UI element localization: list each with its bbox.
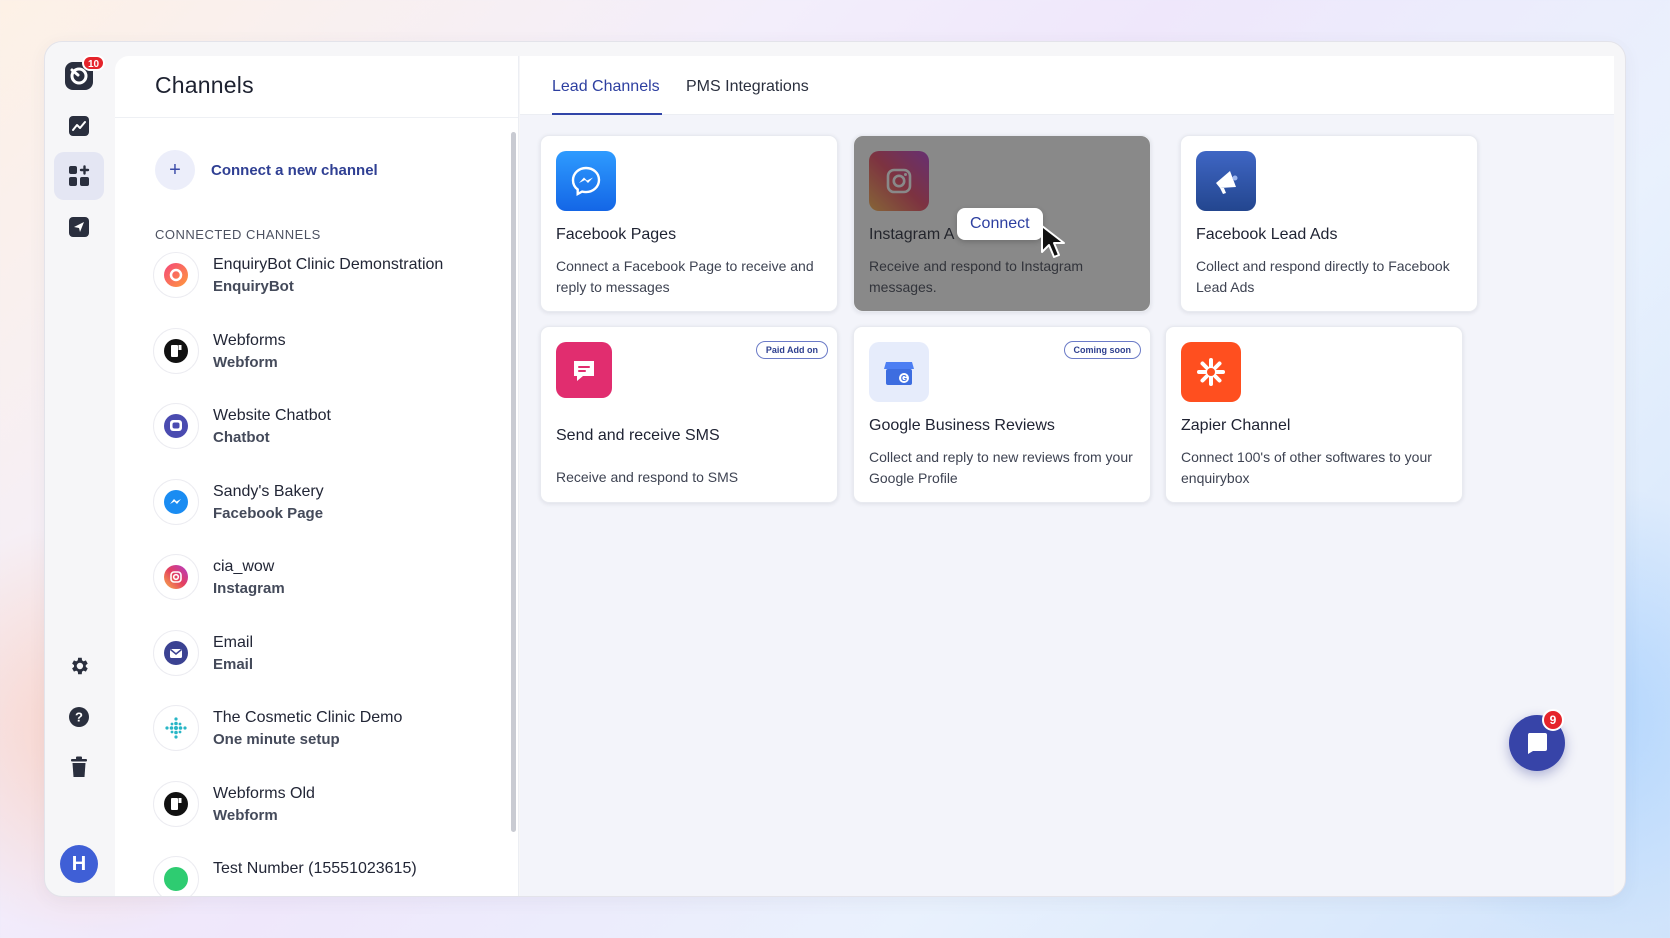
card-title: Facebook Pages — [556, 226, 677, 243]
channel-item[interactable]: Webforms Webform — [153, 327, 513, 404]
tab-pms-integrations[interactable]: PMS Integrations — [686, 78, 809, 96]
trash-icon — [71, 756, 87, 777]
status-badge: Coming soon — [1063, 341, 1141, 359]
channel-name: EnquiryBot Clinic Demonstration — [213, 256, 444, 273]
channel-name: Email — [213, 633, 254, 651]
card-description: Connect 100's of other softwares to your… — [1181, 449, 1432, 486]
connect-new-channel-label: Connect a new channel — [211, 161, 378, 179]
svg-text:G: G — [901, 374, 907, 383]
megaphone-icon — [1196, 151, 1256, 211]
channel-name: Sandy's Bakery — [213, 482, 324, 500]
channel-card-facebook-pages[interactable]: Facebook Pages Connect a Facebook Page t… — [540, 135, 838, 312]
channels-button[interactable] — [54, 152, 104, 200]
trash-button[interactable] — [54, 743, 104, 791]
settings-button[interactable] — [54, 642, 104, 690]
channel-card-zapier[interactable]: Zapier Channel Connect 100's of other so… — [1165, 326, 1463, 503]
card-description: Receive and respond to SMS — [556, 469, 739, 485]
card-title: Zapier Channel — [1181, 417, 1291, 434]
enquirybot-icon — [153, 252, 199, 298]
channel-name: Test Number (15551023615) — [213, 860, 417, 877]
user-avatar[interactable]: H — [60, 845, 98, 883]
channel-item[interactable]: Webforms Old Webform — [153, 780, 513, 857]
plus-icon: + — [155, 150, 195, 190]
webform-icon — [153, 780, 199, 827]
help-button[interactable]: ? — [54, 693, 104, 741]
channel-type: Instagram — [213, 580, 285, 597]
channel-card-google-business-reviews[interactable]: G Coming soon Google Business Reviews Co… — [853, 326, 1151, 503]
channel-name: The Cosmetic Clinic Demo — [213, 709, 403, 726]
connect-button[interactable]: Connect — [957, 208, 1043, 240]
chat-bubble-icon — [1527, 733, 1547, 754]
reports-button[interactable] — [54, 102, 104, 150]
channel-card-instagram[interactable]: Instagram A Receive and respond to Insta… — [853, 135, 1151, 312]
channel-item[interactable]: Test Number (15551023615) — [153, 856, 513, 896]
card-title: Facebook Lead Ads — [1196, 226, 1338, 243]
zapier-icon — [1181, 342, 1241, 402]
channel-type: Webform — [213, 806, 278, 824]
instagram-icon — [869, 151, 929, 211]
channel-item[interactable]: The Cosmetic Clinic Demo One minute setup — [153, 705, 513, 781]
divider — [115, 117, 518, 118]
channels-panel: Channels + Connect a new channel CONNECT… — [115, 56, 519, 896]
notification-badge: 10 — [82, 55, 106, 71]
channel-name: cia_wow — [213, 558, 275, 575]
card-description: Connect a Facebook Page to receive and r… — [556, 258, 814, 295]
main-content: Lead Channels PMS Integrations Facebook … — [520, 56, 1614, 896]
channel-item[interactable]: Sandy's Bakery Facebook Page — [153, 478, 513, 555]
chatbot-icon — [153, 403, 199, 449]
phone-icon — [153, 856, 199, 896]
channel-card-sms[interactable]: Paid Add on Send and receive SMS Receive… — [540, 326, 838, 503]
instagram-icon — [153, 554, 199, 600]
google-business-icon: G — [869, 342, 929, 402]
channel-type: One minute setup — [213, 731, 340, 748]
svg-text:?: ? — [75, 710, 83, 725]
card-description: Receive and respond to Instagram message… — [869, 258, 1084, 295]
webform-icon — [153, 327, 199, 374]
email-icon — [153, 629, 199, 676]
card-title: Send and receive SMS — [556, 427, 720, 444]
app-window: 10 ? H Channels + Connect a new channel … — [44, 41, 1626, 897]
card-title: Google Business Reviews — [869, 417, 1055, 434]
connected-channels-list: EnquiryBot Clinic Demonstration EnquiryBo… — [153, 252, 513, 896]
messenger-icon — [153, 478, 199, 525]
connected-channels-heading: CONNECTED CHANNELS — [155, 227, 321, 242]
channel-card-facebook-lead-ads[interactable]: Facebook Lead Ads Collect and respond di… — [1180, 135, 1478, 312]
mouse-cursor-icon — [1041, 225, 1065, 258]
chat-notification-badge: 9 — [1542, 709, 1564, 731]
page-title: Channels — [155, 72, 254, 98]
sparkle-icon — [153, 705, 199, 751]
active-tab-indicator — [552, 113, 662, 115]
channel-type: EnquiryBot — [213, 278, 294, 295]
card-description: Collect and respond directly to Facebook… — [1196, 258, 1450, 295]
channel-name: Webforms Old — [213, 784, 315, 802]
campaigns-button[interactable] — [54, 203, 104, 251]
tab-lead-channels[interactable]: Lead Channels — [552, 78, 660, 96]
logo-button[interactable]: 10 — [54, 52, 106, 100]
channels-scrollbar[interactable] — [511, 132, 516, 832]
connect-new-channel-button[interactable]: + Connect a new channel — [155, 150, 378, 190]
sms-icon — [556, 342, 612, 398]
channel-item[interactable]: EnquiryBot Clinic Demonstration EnquiryBo… — [153, 252, 513, 328]
card-description: Collect and reply to new reviews from yo… — [869, 449, 1133, 486]
gear-icon — [72, 657, 88, 675]
grid-plus-icon — [69, 165, 90, 186]
channel-item[interactable]: cia_wow Instagram — [153, 554, 513, 630]
chart-icon — [69, 116, 89, 136]
icon-rail: 10 ? H — [45, 42, 115, 896]
tab-bar: Lead Channels PMS Integrations — [520, 56, 1614, 115]
channel-type: Email — [213, 655, 254, 673]
channel-type: Facebook Page — [213, 504, 324, 522]
help-icon: ? — [69, 707, 89, 727]
channel-name: Website Chatbot — [213, 407, 331, 424]
card-title: Instagram A — [869, 226, 955, 243]
channel-name: Webforms — [213, 331, 286, 349]
channel-item[interactable]: Website Chatbot Chatbot — [153, 403, 513, 479]
channel-type: Webform — [213, 353, 278, 371]
messenger-icon — [556, 151, 616, 211]
channel-type: Chatbot — [213, 429, 270, 446]
send-icon — [69, 217, 89, 237]
status-badge: Paid Add on — [755, 341, 828, 359]
channel-item[interactable]: Email Email — [153, 629, 513, 706]
